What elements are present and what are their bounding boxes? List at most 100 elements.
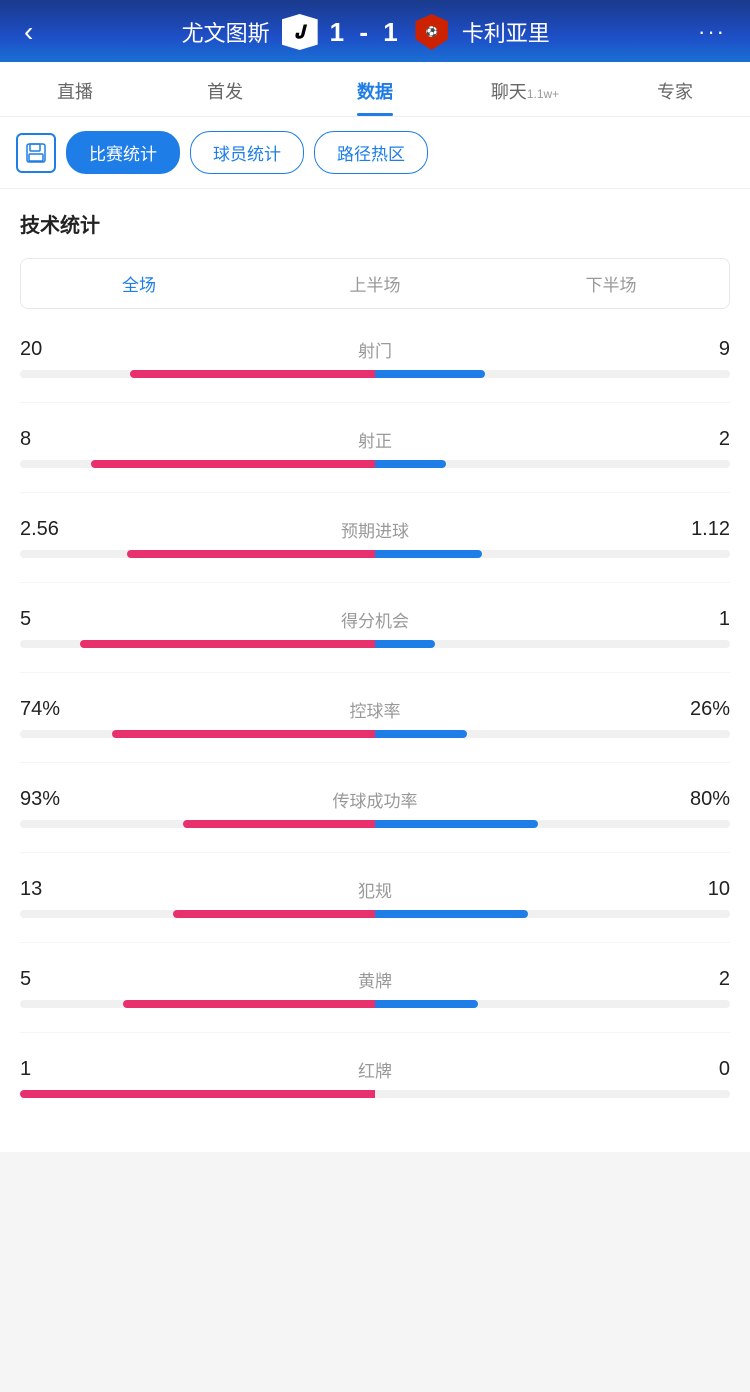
stat-row: 8 射正 2 [20, 427, 730, 468]
more-button[interactable]: ··· [690, 15, 734, 49]
home-team-name: 尤文图斯 [182, 16, 270, 48]
stat-bar [20, 730, 730, 738]
cagliari-logo-icon: ⚽ [414, 14, 450, 50]
stat-row: 20 射门 9 [20, 337, 730, 378]
stat-right-value: 1 [650, 608, 730, 631]
bar-left [173, 910, 375, 918]
bar-left [127, 550, 376, 558]
away-team-logo: ⚽ [412, 12, 452, 52]
stat-left-value: 1 [20, 1058, 100, 1081]
stat-divider [20, 672, 730, 673]
bar-left [80, 640, 375, 648]
stat-label: 传球成功率 [100, 787, 650, 812]
stat-bar [20, 640, 730, 648]
section-title: 技术统计 [20, 209, 730, 238]
stat-divider [20, 1032, 730, 1033]
stat-label: 犯规 [100, 877, 650, 902]
nav-tab-bar: 直播 首发 数据 聊天1.1w+ 专家 [0, 62, 750, 117]
stat-label: 射门 [100, 337, 650, 362]
stat-right-value: 2 [650, 428, 730, 451]
juventus-logo-icon: 𝐉 [282, 14, 318, 50]
bar-right [375, 460, 446, 468]
stat-left-value: 74% [20, 698, 100, 721]
stat-row: 13 犯规 10 [20, 877, 730, 918]
tab-live[interactable]: 直播 [0, 62, 150, 116]
bar-right [375, 550, 482, 558]
sub-tab-match-stats[interactable]: 比赛统计 [66, 131, 180, 174]
stats-rows: 20 射门 9 8 射正 2 2.56 预期进球 1.12 5 [20, 337, 730, 1098]
period-tab-full[interactable]: 全场 [21, 259, 257, 308]
stat-bar [20, 910, 730, 918]
tab-lineup[interactable]: 首发 [150, 62, 300, 116]
stat-row: 74% 控球率 26% [20, 697, 730, 738]
stat-label: 预期进球 [100, 517, 650, 542]
stat-divider [20, 942, 730, 943]
stat-label: 控球率 [100, 697, 650, 722]
period-tab-second-half[interactable]: 下半场 [493, 259, 729, 308]
stat-divider [20, 582, 730, 583]
score-section: 尤文图斯 𝐉 1 - 1 ⚽ 卡利亚里 [41, 12, 690, 52]
stat-right-value: 1.12 [650, 518, 730, 541]
bar-right [375, 370, 485, 378]
bar-right [375, 820, 538, 828]
stat-left-value: 2.56 [20, 518, 100, 541]
tab-expert[interactable]: 专家 [600, 62, 750, 116]
chat-badge: 1.1w+ [527, 87, 559, 101]
stat-row: 2.56 预期进球 1.12 [20, 517, 730, 558]
stat-left-value: 13 [20, 878, 100, 901]
bar-left [183, 820, 375, 828]
stats-content: 技术统计 全场 上半场 下半场 20 射门 9 8 射正 2 [0, 189, 750, 1152]
stat-row: 5 黄牌 2 [20, 967, 730, 1008]
away-team-name: 卡利亚里 [462, 16, 550, 48]
stat-right-value: 10 [650, 878, 730, 901]
stat-row: 5 得分机会 1 [20, 607, 730, 648]
stat-label: 红牌 [100, 1057, 650, 1082]
stat-row: 93% 传球成功率 80% [20, 787, 730, 828]
stat-left-value: 5 [20, 968, 100, 991]
bar-left [91, 460, 375, 468]
back-button[interactable]: ‹ [16, 12, 41, 52]
stat-row: 1 红牌 0 [20, 1057, 730, 1098]
stat-divider [20, 852, 730, 853]
bar-right [375, 1000, 478, 1008]
save-button[interactable] [16, 133, 56, 173]
tab-data[interactable]: 数据 [300, 62, 450, 116]
save-icon [25, 142, 47, 164]
stat-left-value: 5 [20, 608, 100, 631]
home-team-logo: 𝐉 [280, 12, 320, 52]
period-tab-bar: 全场 上半场 下半场 [20, 258, 730, 309]
stat-divider [20, 762, 730, 763]
stat-bar [20, 550, 730, 558]
stat-right-value: 80% [650, 788, 730, 811]
tab-chat[interactable]: 聊天1.1w+ [450, 62, 600, 116]
sub-tab-heatmap[interactable]: 路径热区 [314, 131, 428, 174]
stat-left-value: 93% [20, 788, 100, 811]
bar-left [130, 370, 375, 378]
period-tab-first-half[interactable]: 上半场 [257, 259, 493, 308]
stat-label: 得分机会 [100, 607, 650, 632]
stat-right-value: 26% [650, 698, 730, 721]
stat-label: 射正 [100, 427, 650, 452]
stat-right-value: 2 [650, 968, 730, 991]
stat-divider [20, 402, 730, 403]
stat-right-value: 0 [650, 1058, 730, 1081]
sub-tab-bar: 比赛统计 球员统计 路径热区 [0, 117, 750, 189]
bar-left [20, 1090, 375, 1098]
bar-left [112, 730, 375, 738]
stat-left-value: 20 [20, 338, 100, 361]
stat-left-value: 8 [20, 428, 100, 451]
sub-tab-player-stats[interactable]: 球员统计 [190, 131, 304, 174]
bar-right [375, 640, 435, 648]
stat-bar [20, 1090, 730, 1098]
stat-right-value: 9 [650, 338, 730, 361]
stat-bar [20, 370, 730, 378]
match-header: ‹ 尤文图斯 𝐉 1 - 1 ⚽ 卡利亚里 ··· [0, 0, 750, 62]
match-score: 1 - 1 [330, 17, 402, 48]
bar-right [375, 910, 528, 918]
stat-bar [20, 820, 730, 828]
stat-label: 黄牌 [100, 967, 650, 992]
bar-left [123, 1000, 375, 1008]
bar-right [375, 730, 467, 738]
stat-bar [20, 1000, 730, 1008]
stat-bar [20, 460, 730, 468]
